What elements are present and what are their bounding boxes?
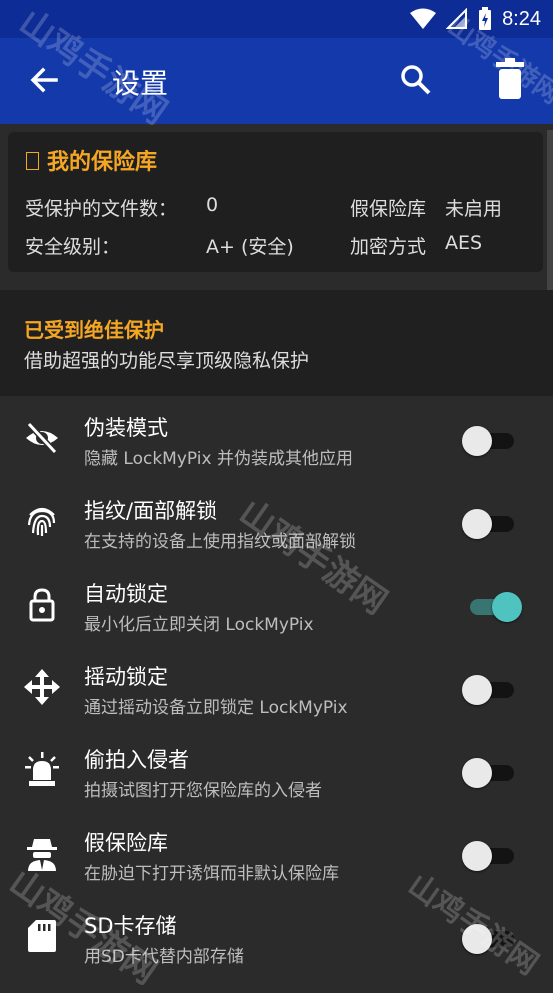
setting-row-disguise[interactable]: 伪装模式 隐藏 LockMyPix 并伪装成其他应用 [0, 398, 553, 480]
disguise-toggle[interactable] [462, 424, 514, 456]
page-title: 设置 [112, 67, 169, 100]
setting-subtitle: 拍摄试图打开您保险库的入侵者 [84, 781, 322, 801]
search-icon[interactable] [396, 60, 436, 100]
trash-icon[interactable] [490, 58, 530, 102]
status-time: 8:24 [502, 7, 541, 30]
vault-card: 我的保险库 受保护的文件数： 0 假保险库 未启用 安全级别： A+ (安全) … [8, 132, 543, 272]
spy-icon [27, 839, 57, 871]
protection-subtitle: 借助超强的功能尽享顶级隐私保护 [24, 350, 310, 372]
setting-title: 指纹/面部解锁 [84, 499, 218, 523]
setting-title: SD卡存储 [84, 914, 177, 938]
setting-title: 自动锁定 [84, 582, 168, 606]
setting-subtitle: 最小化后立即关闭 LockMyPix [84, 615, 314, 635]
status-bar: 8:24 [0, 0, 553, 38]
intruder-toggle[interactable] [462, 756, 514, 788]
setting-subtitle: 通过摇动设备立即锁定 LockMyPix [84, 698, 348, 718]
setting-subtitle: 在胁迫下打开诱饵而非默认保险库 [84, 864, 339, 884]
shake-lock-toggle[interactable] [462, 673, 514, 705]
battery-charging-icon [479, 7, 492, 30]
autolock-toggle[interactable] [462, 590, 522, 622]
protection-banner[interactable]: 已受到绝佳保护 借助超强的功能尽享顶级隐私保护 [0, 290, 553, 396]
setting-row-intruder[interactable]: 偷拍入侵者 拍摄试图打开您保险库的入侵者 [0, 730, 553, 812]
vault-title: 我的保险库 [26, 144, 157, 176]
fake-vault-label: 假保险库 [350, 198, 427, 220]
eye-off-icon [26, 421, 58, 455]
setting-title: 假保险库 [84, 831, 168, 855]
setting-subtitle: 隐藏 LockMyPix 并伪装成其他应用 [84, 449, 353, 469]
setting-row-fake-vault[interactable]: 假保险库 在胁迫下打开诱饵而非默认保险库 [0, 813, 553, 895]
fake-vault-toggle[interactable] [462, 839, 514, 871]
setting-row-autolock[interactable]: 自动锁定 最小化后立即关闭 LockMyPix [0, 564, 553, 646]
lock-icon [29, 588, 55, 622]
fingerprint-icon [27, 507, 56, 536]
setting-row-sd-card[interactable]: SD卡存储 用SD卡代替内部存储 [0, 896, 553, 978]
fingerprint-toggle[interactable] [462, 507, 514, 539]
setting-subtitle: 用SD卡代替内部存储 [84, 947, 244, 967]
sd-card-icon [28, 920, 56, 952]
sd-card-toggle[interactable] [462, 922, 514, 954]
back-arrow-icon[interactable] [26, 62, 62, 98]
security-value: A+ (安全) [206, 236, 294, 258]
alarm-light-icon [25, 752, 59, 786]
move-arrows-icon [24, 669, 60, 705]
files-label: 受保护的文件数： [25, 198, 178, 220]
setting-title: 摇动锁定 [84, 665, 168, 689]
setting-row-shake-lock[interactable]: 摇动锁定 通过摇动设备立即锁定 LockMyPix [0, 647, 553, 729]
setting-title: 偷拍入侵者 [84, 748, 189, 772]
files-value: 0 [206, 194, 219, 216]
vault-glyph-icon [26, 152, 39, 170]
setting-subtitle: 在支持的设备上使用指纹或面部解锁 [84, 532, 356, 552]
wifi-icon [410, 8, 437, 29]
setting-title: 伪装模式 [84, 416, 168, 440]
setting-row-fingerprint[interactable]: 指纹/面部解锁 在支持的设备上使用指纹或面部解锁 [0, 481, 553, 563]
signal-icon [446, 8, 468, 29]
protection-title: 已受到绝佳保护 [24, 318, 164, 342]
encryption-value: AES [445, 232, 483, 254]
fake-vault-value: 未启用 [445, 198, 503, 220]
encryption-label: 加密方式 [350, 236, 427, 258]
app-bar: 设置 [0, 38, 553, 124]
security-label: 安全级别： [25, 236, 121, 258]
